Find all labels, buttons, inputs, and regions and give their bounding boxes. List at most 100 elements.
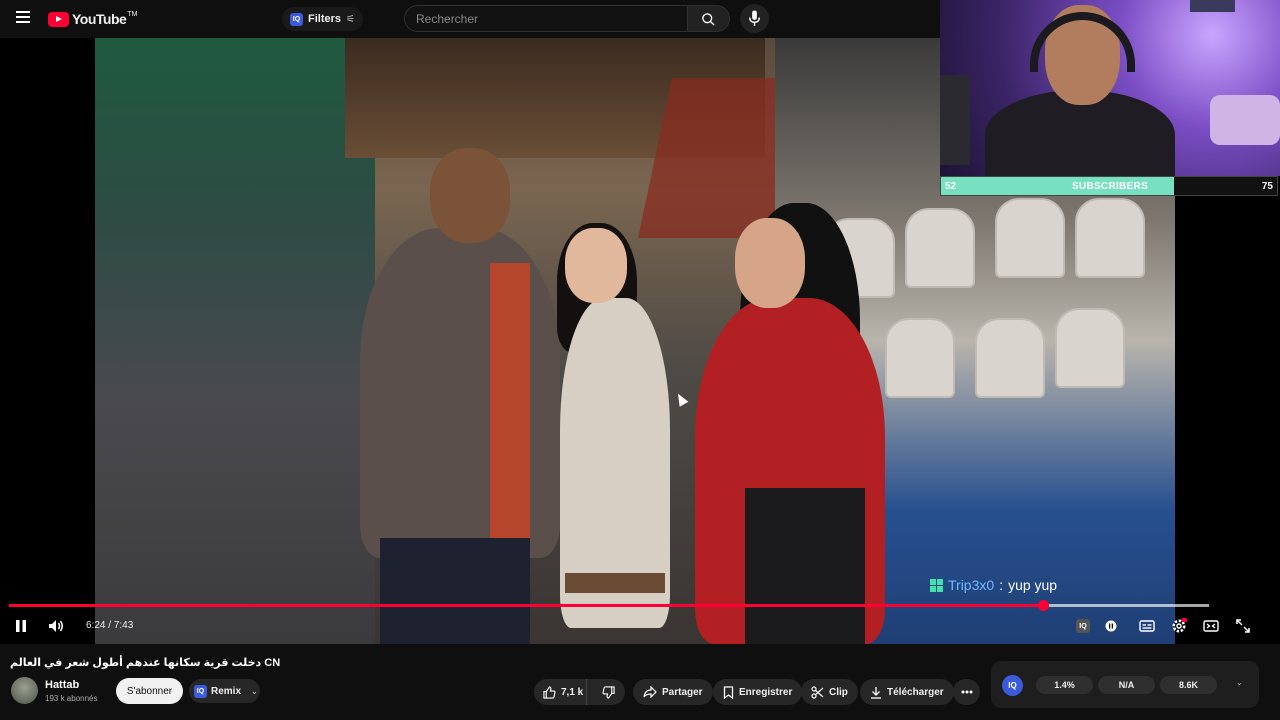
share-label: Partager: [662, 686, 703, 698]
mic-icon: [749, 10, 760, 27]
tune-icon: ⚟: [346, 13, 355, 25]
person-woman-head: [565, 228, 627, 303]
scissors-icon: [811, 685, 824, 699]
time-current: 6:24: [86, 620, 106, 631]
youtube-play-icon: [48, 11, 69, 27]
thumbs-down-icon: [602, 685, 615, 699]
shop-bag: [905, 208, 975, 288]
autoplay-toggle[interactable]: [1101, 615, 1121, 637]
progress-bar[interactable]: [9, 600, 1209, 611]
volume-button[interactable]: [45, 615, 67, 637]
subscriber-goal-bar: 52 SUBSCRIBERS 75: [940, 176, 1278, 196]
bookmark-icon: [723, 685, 734, 699]
person-host-head: [430, 148, 510, 243]
channel-name[interactable]: Hattab: [45, 679, 79, 691]
shop-bag: [975, 318, 1045, 398]
search-input[interactable]: Rechercher: [404, 5, 688, 32]
page-bottom-edge: [0, 710, 1280, 720]
filters-label: Filters: [308, 13, 342, 25]
iq-stats-panel: IQ 1.4% N/A 8.6K ⌄: [991, 661, 1259, 708]
iq-stats-icon[interactable]: IQ: [1002, 675, 1023, 696]
search-button[interactable]: [688, 5, 730, 32]
clip-button[interactable]: Clip: [801, 679, 858, 705]
masthead: YouTube TM IQ Filters ⚟ Rechercher: [0, 0, 940, 38]
scene-awnings: [95, 38, 375, 644]
like-button[interactable]: 7,1 k: [534, 679, 588, 705]
autoplay-icon: [1105, 620, 1117, 632]
chat-username: Trip3x0: [948, 577, 995, 593]
person-villager-head: [735, 218, 805, 308]
time-total: 7:43: [113, 620, 134, 631]
clip-label: Clip: [829, 686, 848, 698]
stat-engagement: 1.4%: [1036, 676, 1093, 694]
pause-icon: [16, 620, 26, 632]
filters-button[interactable]: IQ Filters ⚟: [282, 7, 363, 31]
youtube-logo[interactable]: YouTube TM: [48, 11, 137, 27]
theater-mode-button[interactable]: [1201, 615, 1221, 637]
like-count: 7,1 k: [561, 686, 584, 698]
remix-button[interactable]: IQ Remix ⌄: [189, 679, 260, 703]
stat-secondary: N/A: [1098, 676, 1155, 694]
time-separator: /: [108, 620, 112, 631]
share-button[interactable]: Partager: [633, 679, 713, 705]
volume-icon: [48, 620, 63, 632]
youtube-logo-text: YouTube: [72, 11, 127, 27]
chat-text: yup yup: [1008, 577, 1058, 593]
wooden-stool: [565, 573, 665, 593]
dislike-button[interactable]: [592, 679, 625, 705]
voice-search-button[interactable]: [740, 4, 769, 33]
person-villager-skirt: [745, 488, 865, 644]
hamburger-icon[interactable]: [16, 11, 30, 23]
chevron-down-icon[interactable]: ⌄: [1236, 678, 1243, 687]
gear-icon: [1172, 618, 1187, 633]
search-icon: [702, 13, 715, 26]
like-dislike-group: 7,1 k: [534, 679, 625, 705]
iq-player-button[interactable]: IQ: [1073, 615, 1093, 637]
chat-separator: :: [999, 577, 1004, 593]
fullscreen-button[interactable]: [1233, 615, 1253, 637]
shop-bag: [1055, 308, 1125, 388]
pause-button[interactable]: [11, 615, 31, 637]
stat-views: 8.6K: [1160, 676, 1217, 694]
cam-wall-frame: [1190, 0, 1235, 12]
chevron-down-icon: ⌄: [251, 686, 258, 696]
video-title: دخلت قرية سكانها عندهم أطول شعر في العال…: [10, 657, 281, 669]
download-label: Télécharger: [887, 686, 944, 698]
iq-player-icon: IQ: [1076, 619, 1090, 633]
subtitles-button[interactable]: [1137, 615, 1157, 637]
shop-bag: [1075, 198, 1145, 278]
remix-iq-icon: IQ: [194, 684, 207, 698]
time-display: 6:24 / 7:43: [86, 620, 133, 631]
person-host-legs: [380, 538, 530, 644]
subtitles-icon: [1139, 620, 1155, 632]
shop-bag: [995, 198, 1065, 278]
iq-badge-icon: IQ: [290, 12, 303, 26]
streamer-webcam: [940, 0, 1280, 176]
fullscreen-icon: [1236, 619, 1250, 633]
person-host-body: [360, 228, 560, 558]
more-actions-button[interactable]: [953, 679, 980, 705]
subscribe-button[interactable]: S'abonner: [116, 678, 183, 704]
remix-label: Remix: [211, 685, 242, 697]
progress-played: [9, 604, 1044, 607]
cam-microphone: [940, 75, 970, 165]
download-icon: [871, 686, 881, 699]
settings-button[interactable]: [1169, 615, 1189, 637]
thumbs-up-icon: [543, 685, 556, 699]
save-label: Enregistrer: [739, 686, 793, 698]
channel-avatar[interactable]: [11, 677, 38, 704]
save-button[interactable]: Enregistrer: [713, 679, 803, 705]
theater-icon: [1203, 620, 1219, 632]
subscriber-count: 193 k abonnés: [45, 694, 98, 703]
share-icon: [643, 686, 657, 698]
subscriber-goal-label: SUBSCRIBERS: [1071, 181, 1149, 192]
cam-pillow: [1210, 95, 1280, 145]
chat-app-icon: [930, 578, 943, 592]
download-button[interactable]: Télécharger: [860, 679, 954, 705]
person-host-scarf: [490, 263, 530, 583]
chat-message-overlay: Trip3x0 : yup yup: [930, 574, 1057, 596]
youtube-logo-tm: TM: [127, 10, 138, 18]
search-placeholder: Rechercher: [416, 11, 479, 26]
more-horizontal-icon: [961, 690, 972, 694]
subscriber-goal-target: 75: [1261, 181, 1273, 192]
